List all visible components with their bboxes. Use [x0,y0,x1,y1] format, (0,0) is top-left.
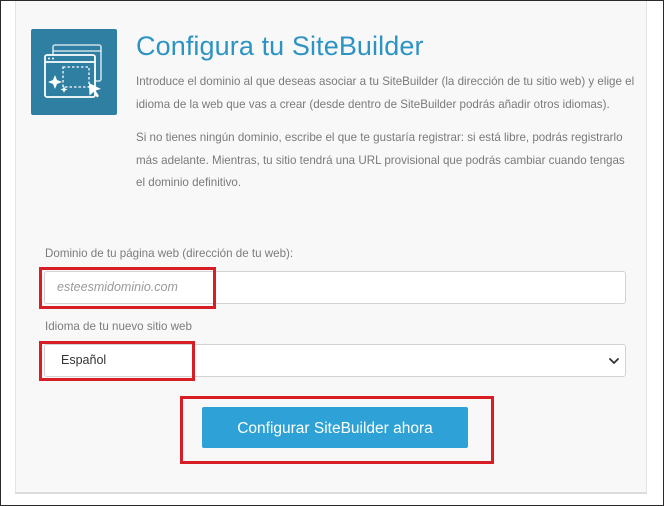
domain-label: Dominio de tu página web (dirección de t… [45,247,294,260]
intro-paragraph: Introduce el dominio al que deseas asoci… [136,75,635,111]
language-label: Idioma de tu nuevo sitio web [45,320,192,333]
sitebuilder-logo [31,29,117,115]
no-domain-paragraph: Si no tienes ningún dominio, escribe el … [136,131,625,189]
page-title: Configura tu SiteBuilder [136,31,424,61]
domain-input[interactable]: esteesmidominio.com [44,271,626,304]
language-selected-value: Español [61,353,107,367]
configure-sitebuilder-button[interactable]: Configurar SiteBuilder ahora [202,407,468,448]
website-builder-sparkle-icon [44,44,102,98]
language-select[interactable]: Español [44,344,626,377]
setup-card: Configura tu SiteBuilder Introduce el do… [15,1,647,494]
domain-placeholder: esteesmidominio.com [57,280,178,294]
chevron-down-icon [609,358,619,364]
